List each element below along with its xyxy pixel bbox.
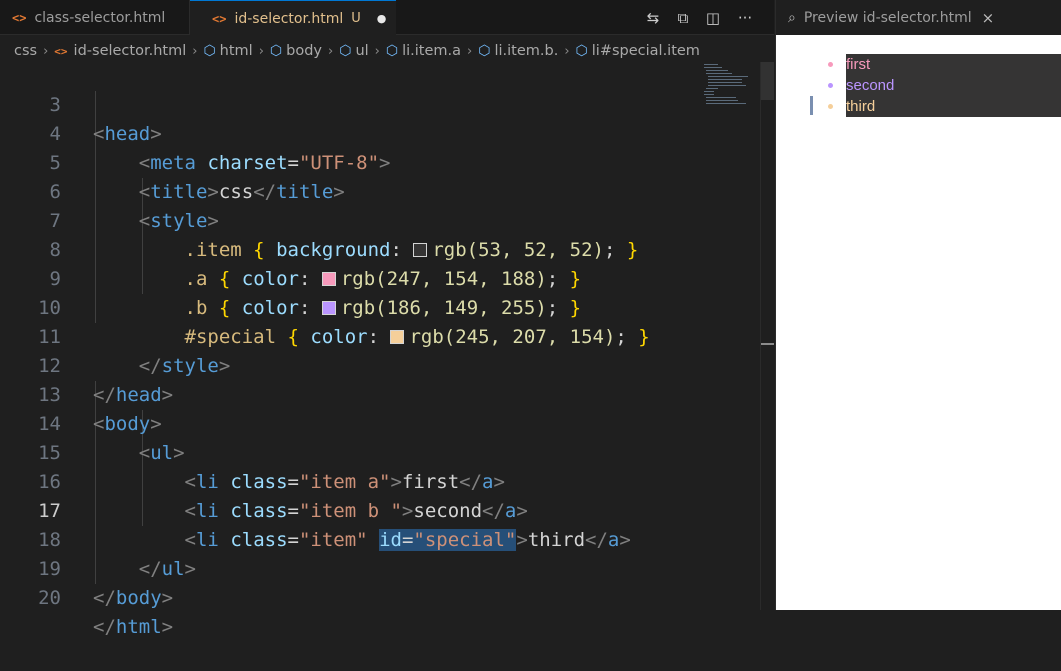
symbol-element-icon: ⬡ <box>203 43 216 59</box>
html-file-icon: <> <box>12 10 27 25</box>
code-line: 18 </ul> <box>0 497 760 580</box>
breadcrumb-item-html[interactable]: html <box>220 43 253 59</box>
bullet-icon <box>828 83 833 88</box>
code-line: 10 #special { color: rgb(245, 207, 154);… <box>0 265 760 348</box>
code-line: 12 </head> <box>0 323 760 406</box>
code-line: 8 .a { color: rgb(247, 154, 188); } <box>0 207 760 290</box>
code-line: 3 <head> <box>0 62 760 145</box>
html-file-icon: <> <box>54 44 68 58</box>
code-line: 15 <li class="item a">first</a> <box>0 410 760 493</box>
minimap[interactable] <box>700 62 758 122</box>
code-line: 11 </style> <box>0 294 760 377</box>
symbol-element-icon: ⬡ <box>385 43 399 59</box>
breadcrumb-item-ul[interactable]: ul <box>355 43 368 59</box>
chevron-right-icon: › <box>192 43 198 59</box>
symbol-element-icon: ⬡ <box>269 43 283 59</box>
code-line: 7 .item { background: rgb(53, 52, 52); } <box>0 178 760 261</box>
tab-label: class-selector.html <box>34 9 166 26</box>
open-preview-icon[interactable]: ⧉ <box>670 0 696 35</box>
chevron-right-icon: › <box>258 43 264 59</box>
editor-tab-bar: <> class-selector.html <> id-selector.ht… <box>0 0 774 36</box>
preview-tab-bar: ⌕ Preview id-selector.html × <box>776 0 1061 35</box>
list-item: first <box>776 54 1061 75</box>
more-actions-icon[interactable]: ··· <box>732 0 758 35</box>
chevron-right-icon: › <box>564 43 570 59</box>
code-line: 19 </body> <box>0 526 760 609</box>
code-line: 13 <body> <box>0 352 760 435</box>
symbol-element-icon: ⬡ <box>478 43 491 59</box>
code-line: 16 <li class="item b ">second</a> <box>0 439 760 522</box>
code-line: 5 <title>css</title> <box>0 120 760 203</box>
breadcrumb-item-file[interactable]: id-selector.html <box>74 43 187 59</box>
list-item-text: first <box>846 54 1061 75</box>
breadcrumb-item-li-b[interactable]: li.item.b. <box>494 43 558 59</box>
vertical-scrollbar[interactable] <box>760 62 774 610</box>
code-line: 6 <style> <box>0 149 760 232</box>
bullet-icon <box>828 104 833 109</box>
list-item: second <box>776 75 1061 96</box>
list-item: third <box>776 96 1061 117</box>
code-line: 20 </html> <box>0 555 760 638</box>
close-icon[interactable]: × <box>982 9 995 27</box>
breadcrumb-item-folder[interactable]: css <box>14 43 37 59</box>
chevron-right-icon: › <box>374 43 380 59</box>
code-line: 9 .b { color: rgb(186, 149, 255); } <box>0 236 760 319</box>
html-file-icon: <> <box>212 11 227 26</box>
chevron-right-icon: › <box>43 43 49 59</box>
split-editor-icon[interactable]: ◫ <box>700 0 726 35</box>
code-line: 14 <ul> <box>0 381 760 464</box>
untracked-badge: U <box>351 11 361 26</box>
code-line-current: 17 <li class="item" id="special">third</… <box>0 468 760 551</box>
tab-label: id-selector.html <box>234 10 344 27</box>
preview-group: ⌕ Preview id-selector.html × first secon… <box>775 0 1061 610</box>
tab-class-selector[interactable]: <> class-selector.html <box>0 0 190 35</box>
list-item-text: third <box>846 96 1061 117</box>
tab-id-selector[interactable]: <> id-selector.html U ● <box>190 0 396 36</box>
scrollbar-thumb[interactable] <box>761 62 774 100</box>
breadcrumb-item-li-a[interactable]: li.item.a <box>402 43 461 59</box>
symbol-element-icon: ⬡ <box>575 43 588 59</box>
editor-group: <> class-selector.html <> id-selector.ht… <box>0 0 774 638</box>
unsaved-dot-icon[interactable]: ● <box>377 12 387 25</box>
code-line: 4 <meta charset="UTF-8"> <box>0 91 760 174</box>
compare-changes-icon[interactable]: ⇆ <box>640 0 666 35</box>
symbol-element-icon: ⬡ <box>339 43 352 59</box>
chevron-right-icon: › <box>467 43 473 59</box>
preview-icon: ⌕ <box>788 9 796 26</box>
tab-label: Preview id-selector.html <box>803 9 972 26</box>
scrollbar-cursor-marker <box>761 343 774 345</box>
line-number: 20 <box>38 587 61 609</box>
chevron-right-icon: › <box>328 43 334 59</box>
bullet-icon <box>828 62 833 67</box>
breadcrumb-item-body[interactable]: body <box>286 43 322 59</box>
list-item-text: second <box>846 75 1061 96</box>
tab-preview[interactable]: ⌕ Preview id-selector.html × <box>776 0 1002 35</box>
breadcrumb-item-li-special[interactable]: li#special.item <box>592 43 700 59</box>
